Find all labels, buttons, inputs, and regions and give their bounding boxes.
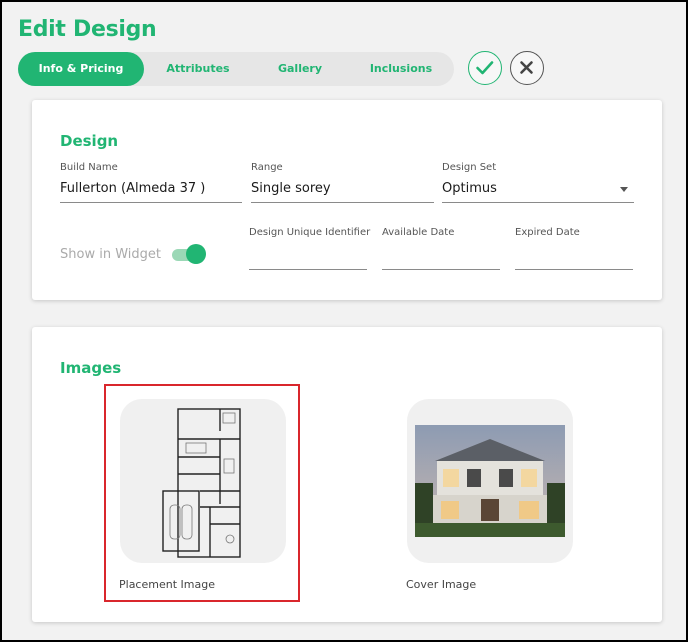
available-date-label: Available Date: [382, 227, 455, 238]
design-set-value: Optimus: [442, 181, 497, 196]
design-card: Design Build Name Fullerton (Almeda 37 )…: [32, 100, 662, 300]
design-unique-identifier-field[interactable]: [249, 245, 367, 270]
tab-attributes[interactable]: Attributes: [144, 52, 252, 86]
design-section-title: Design: [60, 132, 119, 150]
expired-date-field[interactable]: [515, 245, 633, 270]
cover-image-caption: Cover Image: [406, 578, 477, 591]
app-frame: Edit Design Info & Pricing Attributes Ga…: [0, 0, 688, 642]
design-unique-identifier-label: Design Unique Identifier: [249, 227, 371, 238]
range-label: Range: [251, 162, 283, 173]
build-name-label: Build Name: [60, 162, 118, 173]
images-section-title: Images: [60, 359, 122, 377]
tab-info-pricing[interactable]: Info & Pricing: [18, 52, 144, 86]
tab-bar: Info & Pricing Attributes Gallery Inclus…: [18, 52, 454, 86]
page-title: Edit Design: [18, 17, 157, 42]
close-icon: [520, 61, 533, 74]
toggle-knob[interactable]: [186, 244, 206, 264]
placement-image-highlight: [104, 384, 300, 602]
available-date-field[interactable]: [382, 245, 500, 270]
cover-image-tile[interactable]: [407, 399, 573, 563]
house-photo-image: [415, 425, 565, 537]
show-in-widget-label: Show in Widget: [60, 247, 161, 262]
build-name-field[interactable]: Fullerton (Almeda 37 ): [60, 178, 242, 203]
range-field[interactable]: Single sorey: [251, 178, 434, 203]
check-icon: [476, 61, 494, 75]
design-set-label: Design Set: [442, 162, 497, 173]
chevron-down-icon: [620, 187, 628, 192]
expired-date-label: Expired Date: [515, 227, 580, 238]
save-button[interactable]: [468, 51, 502, 85]
cancel-button[interactable]: [510, 51, 544, 85]
tab-inclusions[interactable]: Inclusions: [348, 52, 454, 86]
design-set-select[interactable]: Optimus: [442, 178, 634, 203]
tab-gallery[interactable]: Gallery: [252, 52, 348, 86]
